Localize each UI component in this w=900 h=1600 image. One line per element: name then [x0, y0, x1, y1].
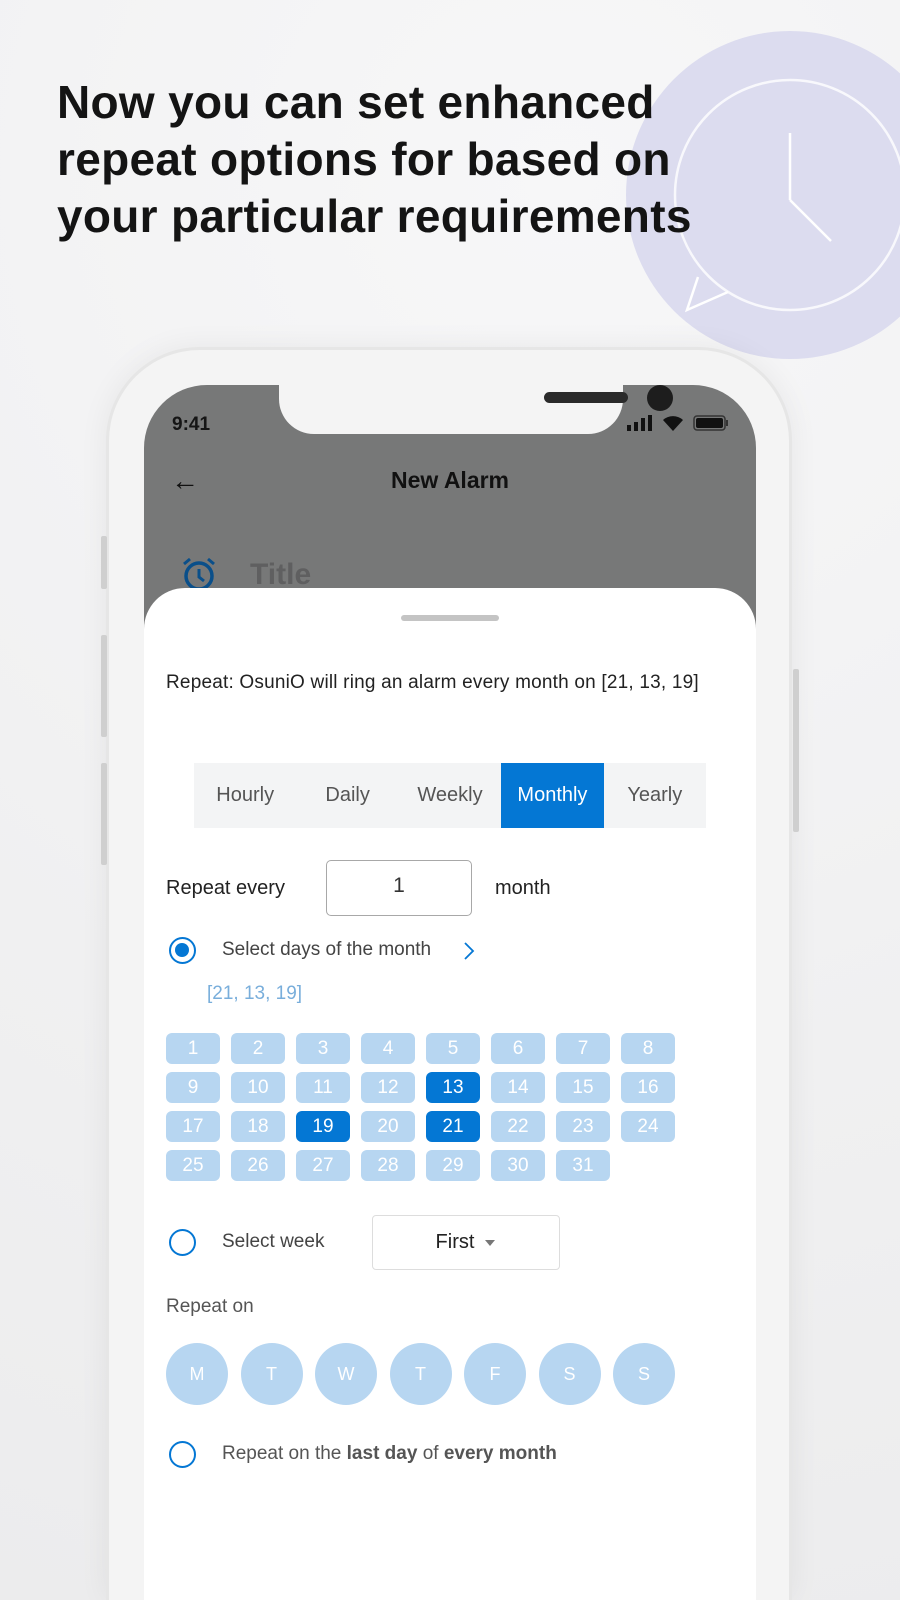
weekday-button[interactable]: F: [464, 1343, 526, 1405]
day-chip-15[interactable]: 15: [556, 1072, 610, 1103]
repeat-on-label: Repeat on: [166, 1296, 254, 1317]
select-week-radio[interactable]: [169, 1229, 196, 1256]
day-chip-30[interactable]: 30: [491, 1150, 545, 1181]
day-chip-4[interactable]: 4: [361, 1033, 415, 1064]
tab-weekly[interactable]: Weekly: [399, 763, 501, 828]
weekday-button[interactable]: S: [538, 1343, 601, 1405]
chevron-right-icon[interactable]: [463, 941, 475, 961]
frequency-tabs: Hourly Daily Weekly Monthly Yearly: [194, 763, 706, 828]
camera: [647, 385, 673, 411]
day-chip-22[interactable]: 22: [491, 1111, 545, 1142]
day-chip-31[interactable]: 31: [556, 1150, 610, 1181]
promo-screen: Now you can set enhanced repeat options …: [0, 0, 900, 1600]
last-day-text: last day: [346, 1443, 418, 1464]
phone-side-button: [101, 536, 107, 589]
headline-line: your particular requirements: [57, 190, 692, 242]
day-chip-21[interactable]: 21: [426, 1111, 480, 1142]
last-day-text: of: [417, 1443, 444, 1464]
tab-hourly[interactable]: Hourly: [194, 763, 296, 828]
status-time: 9:41: [172, 414, 211, 435]
caret-down-icon: [485, 1239, 496, 1246]
day-chip-17[interactable]: 17: [166, 1111, 220, 1142]
weekday-button[interactable]: M: [166, 1343, 228, 1405]
notch: [279, 383, 673, 434]
last-day-label[interactable]: Repeat on the last day of every month: [222, 1443, 557, 1465]
sheet-drag-handle[interactable]: [401, 615, 499, 621]
day-chip-23[interactable]: 23: [556, 1111, 610, 1142]
repeat-bottom-sheet: Repeat: OsuniO will ring an alarm every …: [144, 588, 756, 1600]
headline-line: repeat options for based on: [57, 133, 671, 185]
battery-icon: [693, 415, 728, 431]
alarm-clock-icon: [183, 557, 215, 591]
day-chip-13[interactable]: 13: [426, 1072, 480, 1103]
day-chip-16[interactable]: 16: [621, 1072, 675, 1103]
weekday-button[interactable]: S: [613, 1343, 675, 1405]
headline-line: Now you can set enhanced: [57, 76, 655, 128]
day-chip-6[interactable]: 6: [491, 1033, 545, 1064]
week-dropdown-value: First: [435, 1231, 475, 1253]
repeat-summary: Repeat: OsuniO will ring an alarm every …: [166, 672, 699, 693]
wifi-icon: [663, 416, 683, 431]
day-chip-29[interactable]: 29: [426, 1150, 480, 1181]
select-days-radio[interactable]: [169, 937, 196, 964]
phone-side-button: [101, 763, 107, 865]
day-chip-8[interactable]: 8: [621, 1033, 675, 1064]
day-chip-12[interactable]: 12: [361, 1072, 415, 1103]
status-icons: [627, 414, 729, 432]
select-week-label[interactable]: Select week: [222, 1231, 324, 1253]
title-input[interactable]: Title: [250, 558, 311, 592]
selected-days-text: [21, 13, 19]: [207, 983, 303, 1004]
day-chip-7[interactable]: 7: [556, 1033, 610, 1064]
tab-yearly[interactable]: Yearly: [604, 763, 706, 828]
last-day-text: every month: [443, 1443, 557, 1464]
week-dropdown[interactable]: First: [372, 1215, 560, 1270]
day-chip-28[interactable]: 28: [361, 1150, 415, 1181]
day-chip-26[interactable]: 26: [231, 1150, 285, 1181]
speaker: [544, 392, 628, 403]
page-title: New Alarm: [390, 467, 510, 493]
day-chip-24[interactable]: 24: [621, 1111, 675, 1142]
day-chip-25[interactable]: 25: [166, 1150, 220, 1181]
day-chip-19[interactable]: 19: [296, 1111, 350, 1142]
last-day-text: Repeat on the: [222, 1443, 347, 1464]
weekday-button[interactable]: W: [315, 1343, 377, 1405]
tab-monthly[interactable]: Monthly: [501, 763, 604, 828]
day-chip-5[interactable]: 5: [426, 1033, 480, 1064]
repeat-every-label: Repeat every: [166, 877, 285, 899]
day-chip-10[interactable]: 10: [231, 1072, 285, 1103]
day-chip-11[interactable]: 11: [296, 1072, 350, 1103]
day-chip-27[interactable]: 27: [296, 1150, 350, 1181]
day-chip-14[interactable]: 14: [491, 1072, 545, 1103]
day-chip-1[interactable]: 1: [166, 1033, 220, 1064]
weekday-button[interactable]: T: [240, 1343, 303, 1405]
repeat-unit-label: month: [495, 877, 551, 899]
day-chip-3[interactable]: 3: [296, 1033, 350, 1064]
phone-side-button: [793, 669, 799, 832]
day-chip-20[interactable]: 20: [361, 1111, 415, 1142]
repeat-interval-input[interactable]: 1: [326, 860, 472, 916]
weekday-button[interactable]: T: [389, 1343, 452, 1405]
phone-side-button: [101, 635, 107, 737]
last-day-radio[interactable]: [169, 1441, 196, 1468]
headline: Now you can set enhanced repeat options …: [57, 74, 692, 245]
day-chip-2[interactable]: 2: [231, 1033, 285, 1064]
day-chip-9[interactable]: 9: [166, 1072, 220, 1103]
day-of-month-grid: 1 2 3 4 5 6 7 8 9 10 11 12 13 14 15 16 17 18 19 20 21 22 23 24 2…: [166, 1033, 675, 1181]
phone-screen: 9:41 ← New Alarm Title Repeat: OsuniO wi…: [144, 383, 756, 1600]
tab-daily[interactable]: Daily: [296, 763, 398, 828]
day-chip-18[interactable]: 18: [231, 1111, 285, 1142]
signal-icon: [627, 415, 652, 431]
select-days-label[interactable]: Select days of the month: [222, 939, 431, 961]
